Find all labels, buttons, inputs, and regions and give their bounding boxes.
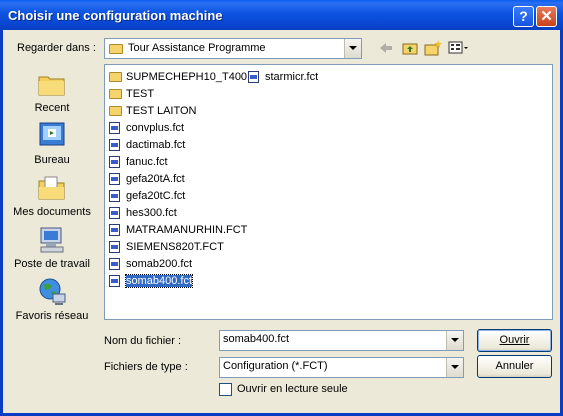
file-list[interactable]: SUPMECHEPH10_T400 TEST TEST LAITON convp… [104, 64, 553, 320]
list-item[interactable]: SIEMENS820T.FCT [107, 239, 224, 255]
list-item[interactable]: TEST LAITON [107, 103, 197, 119]
list-item[interactable]: dactimab.fct [107, 137, 185, 153]
place-label: Recent [34, 102, 70, 114]
filename-label: Nom du fichier : [104, 335, 182, 347]
chevron-down-icon[interactable] [446, 358, 463, 377]
place-label: Favoris réseau [15, 310, 89, 322]
window-title: Choisir une configuration machine [8, 8, 223, 23]
file-icon [109, 156, 122, 168]
dialog-window: Choisir une configuration machine ? ✕ Re… [0, 0, 563, 416]
chevron-down-icon[interactable] [344, 39, 361, 58]
list-item[interactable]: gefa20tC.fct [107, 188, 185, 204]
folder-icon [109, 105, 122, 117]
item-name: MATRAMANURHIN.FCT [126, 224, 248, 236]
item-name: starmicr.fct [265, 71, 319, 83]
file-icon [109, 224, 122, 236]
places-bar: Recent Bureau Mes documents Poste de tra… [12, 64, 92, 330]
item-name: SUPMECHEPH10_T400 [126, 71, 248, 83]
filetype-select[interactable]: Configuration (*.FCT) [219, 357, 464, 378]
place-desktop[interactable]: Bureau [12, 120, 92, 166]
item-name: somab200.fct [126, 258, 193, 270]
place-label: Poste de travail [14, 258, 90, 270]
folder-icon [109, 88, 122, 100]
item-name: gefa20tC.fct [126, 190, 186, 202]
item-name: SIEMENS820T.FCT [126, 241, 224, 253]
place-network[interactable]: Favoris réseau [12, 276, 92, 322]
lookin-label: Regarder dans : [17, 42, 96, 54]
folder-icon [109, 43, 123, 54]
file-icon [109, 275, 122, 287]
item-name: convplus.fct [126, 122, 185, 134]
new-folder-icon[interactable] [424, 39, 442, 57]
file-icon [109, 139, 122, 151]
help-button[interactable]: ? [513, 6, 534, 27]
up-folder-icon[interactable] [401, 39, 419, 57]
file-icon [109, 207, 122, 219]
list-item[interactable]: somab200.fct [107, 256, 192, 272]
view-menu-icon[interactable] [448, 39, 470, 57]
item-name: hes300.fct [126, 207, 177, 219]
open-button[interactable]: Ouvrir [477, 329, 552, 352]
filename-input[interactable]: somab400.fct [219, 330, 464, 351]
file-icon [248, 71, 261, 83]
chevron-down-icon[interactable] [446, 331, 463, 350]
file-icon [109, 190, 122, 202]
file-icon [109, 241, 122, 253]
computer-icon [36, 224, 68, 256]
item-name: TEST [126, 88, 155, 100]
filetype-label: Fichiers de type : [104, 361, 188, 373]
filetype-value: Configuration (*.FCT) [223, 360, 328, 372]
filename-value: somab400.fct [223, 333, 290, 345]
readonly-checkbox[interactable] [219, 383, 232, 396]
item-name: gefa20tA.fct [126, 173, 185, 185]
place-documents[interactable]: Mes documents [12, 172, 92, 218]
place-computer[interactable]: Poste de travail [12, 224, 92, 270]
desktop-icon [36, 120, 68, 152]
close-button[interactable]: ✕ [536, 6, 557, 27]
list-item[interactable]: starmicr.fct [246, 69, 318, 85]
item-name: somab400.fct [124, 274, 194, 288]
list-item[interactable]: MATRAMANURHIN.FCT [107, 222, 247, 238]
cancel-button-label: Annuler [495, 360, 534, 372]
lookin-value: Tour Assistance Programme [128, 42, 266, 54]
lookin-combo[interactable]: Tour Assistance Programme [104, 38, 362, 59]
list-item[interactable]: TEST [107, 86, 154, 102]
documents-folder-icon [36, 172, 68, 204]
item-name: fanuc.fct [126, 156, 168, 168]
list-item[interactable]: gefa20tA.fct [107, 171, 185, 187]
back-icon[interactable] [377, 39, 395, 57]
list-item-selected[interactable]: somab400.fct [107, 273, 194, 289]
file-icon [109, 173, 122, 185]
place-label: Bureau [34, 154, 70, 166]
list-item[interactable]: hes300.fct [107, 205, 177, 221]
dialog-body: Regarder dans : Tour Assistance Programm… [3, 30, 560, 413]
place-recent[interactable]: Recent [12, 68, 92, 114]
open-button-label: Ouvrir [499, 334, 530, 346]
title-bar[interactable]: Choisir une configuration machine ? ✕ [0, 0, 563, 30]
folder-icon [109, 71, 122, 83]
list-item[interactable]: SUPMECHEPH10_T400 [107, 69, 247, 85]
item-name: TEST LAITON [126, 105, 197, 117]
place-label: Mes documents [13, 206, 91, 218]
recent-folder-icon [36, 68, 68, 100]
network-globe-icon [36, 276, 68, 308]
item-name: dactimab.fct [126, 139, 186, 151]
readonly-label: Ouvrir en lecture seule [237, 383, 348, 395]
list-item[interactable]: convplus.fct [107, 120, 184, 136]
file-icon [109, 122, 122, 134]
file-icon [109, 258, 122, 270]
list-item[interactable]: fanuc.fct [107, 154, 168, 170]
cancel-button[interactable]: Annuler [477, 355, 552, 378]
